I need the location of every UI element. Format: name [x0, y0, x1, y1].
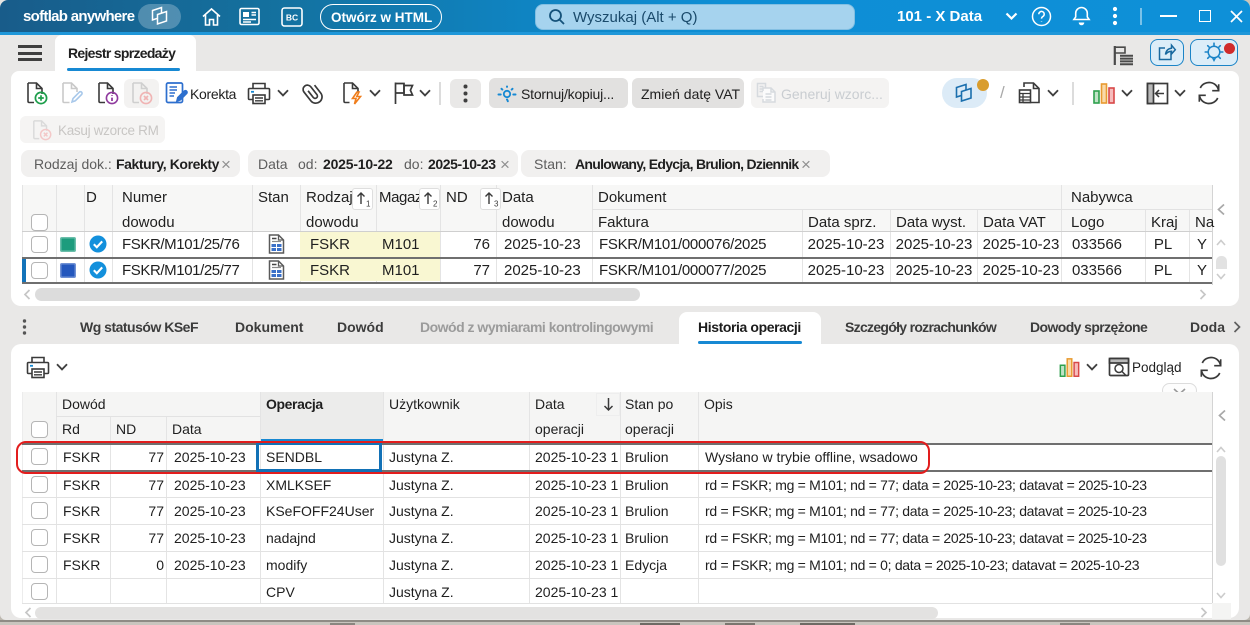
svg-text:1: 1: [366, 200, 371, 209]
svg-text:2: 2: [433, 200, 438, 209]
svg-text:BC: BC: [286, 12, 298, 22]
svg-text:3: 3: [494, 200, 499, 209]
